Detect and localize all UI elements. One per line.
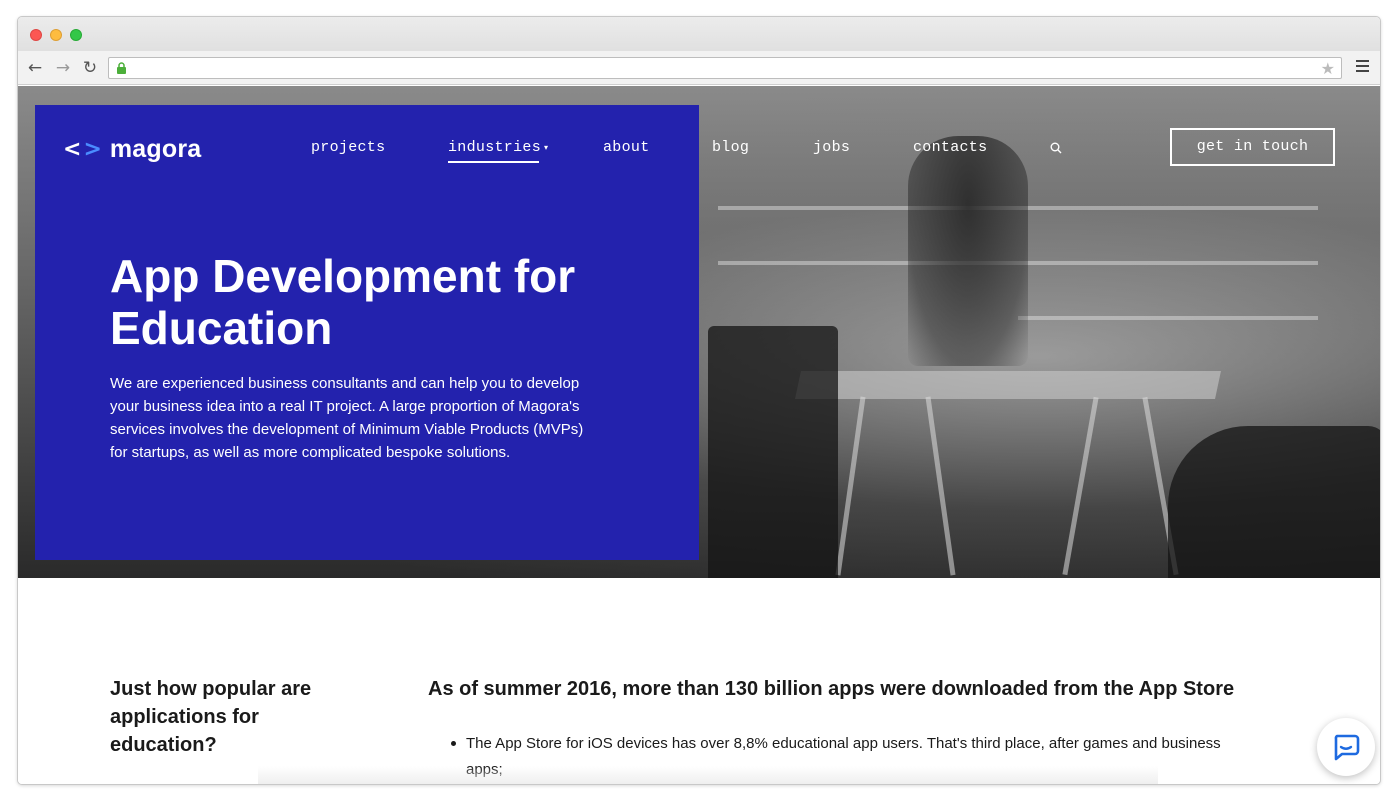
photo-chair (1168, 426, 1380, 578)
get-in-touch-button[interactable]: get in touch (1170, 128, 1335, 166)
back-button[interactable]: ← (25, 58, 45, 78)
nav-contacts[interactable]: contacts (913, 139, 987, 156)
scroll-fade (258, 766, 1158, 784)
nav-projects[interactable]: projects (311, 139, 385, 156)
section-main-heading: As of summer 2016, more than 130 billion… (428, 678, 1235, 700)
hero-section: < > magora projects industries ▾ about blo… (18, 86, 1380, 578)
zoom-window-button[interactable] (70, 29, 82, 41)
section-side-heading: Just how popular are applications for ed… (110, 678, 312, 756)
lock-icon (117, 62, 126, 74)
nav-about[interactable]: about (603, 139, 650, 156)
page-viewport: < > magora projects industries ▾ about blo… (18, 86, 1380, 784)
browser-menu-icon[interactable] (1356, 60, 1370, 74)
photo-desk-leg (925, 396, 956, 576)
photo-chair (708, 326, 838, 578)
browser-window: ← → ↻ ★ < > magora projects industries ▾… (17, 16, 1381, 785)
minimize-window-button[interactable] (50, 29, 62, 41)
logo-mark-icon: < > (63, 136, 102, 162)
chat-widget-button[interactable] (1317, 718, 1375, 776)
nav-jobs[interactable]: jobs (813, 139, 850, 156)
reload-button[interactable]: ↻ (80, 58, 100, 78)
hero-description: We are experienced business consultants … (110, 375, 584, 461)
photo-person (908, 136, 1028, 366)
browser-toolbar: ← → ↻ ★ (18, 51, 1380, 85)
photo-shelf (1018, 316, 1318, 320)
photo-desk (795, 371, 1221, 399)
site-logo[interactable]: < > magora (63, 135, 201, 164)
active-underline (448, 161, 539, 163)
address-bar[interactable]: ★ (108, 57, 1342, 79)
page-title: App Development for Education (110, 250, 576, 354)
nav-industries-label: industries (448, 139, 542, 156)
photo-desk-leg (835, 396, 866, 576)
close-window-button[interactable] (30, 29, 42, 41)
forward-button[interactable]: → (53, 58, 73, 78)
title-bar (18, 17, 1380, 51)
search-icon[interactable] (1050, 142, 1062, 154)
nav-industries[interactable]: industries ▾ (448, 139, 549, 163)
nav-blog[interactable]: blog (712, 139, 749, 156)
logo-text: magora (109, 135, 202, 163)
caret-down-icon: ▾ (544, 142, 549, 152)
chat-icon (1334, 734, 1360, 761)
photo-desk-leg (1062, 396, 1099, 576)
bookmark-star-icon[interactable]: ★ (1321, 59, 1335, 78)
